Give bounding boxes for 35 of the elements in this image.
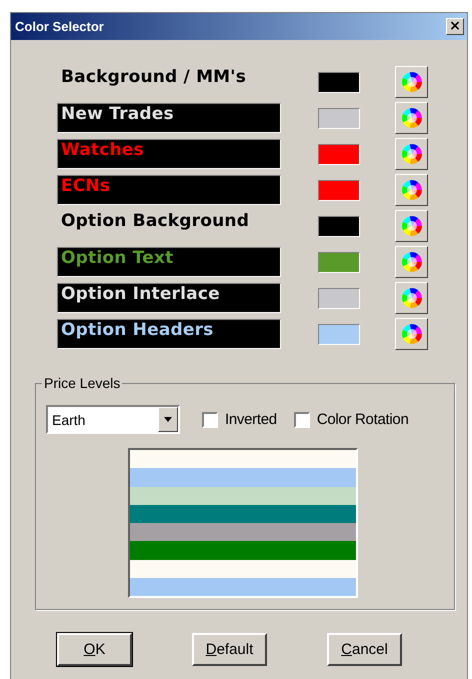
checkbox[interactable] bbox=[202, 412, 218, 428]
color-wheel-icon bbox=[400, 251, 422, 273]
color-label: New Trades bbox=[61, 104, 174, 124]
scheme-dropdown[interactable]: Earth bbox=[46, 405, 180, 434]
color-picker-button[interactable] bbox=[395, 174, 428, 206]
color-wheel-icon bbox=[400, 323, 422, 345]
color-label: Option Text bbox=[61, 248, 174, 268]
color-picker-button[interactable] bbox=[395, 282, 428, 314]
window-title: Color Selector bbox=[15, 19, 104, 34]
color-picker-button[interactable] bbox=[395, 102, 428, 134]
color-wheel-icon bbox=[400, 107, 422, 129]
color-picker-button[interactable] bbox=[395, 318, 428, 350]
dialog-button[interactable]: OK bbox=[57, 633, 132, 666]
close-button[interactable]: × bbox=[446, 18, 464, 35]
color-wheel-icon bbox=[400, 143, 422, 165]
color-picker-button[interactable] bbox=[395, 246, 428, 278]
color-wheel-icon bbox=[400, 287, 422, 309]
dialog-button[interactable]: Cancel bbox=[327, 633, 402, 666]
color-label: Option Headers bbox=[61, 320, 214, 340]
checkbox-option[interactable]: Color Rotation bbox=[294, 411, 408, 428]
checkbox-option[interactable]: Inverted bbox=[202, 411, 277, 428]
color-label: Option Interlace bbox=[61, 284, 220, 304]
group-title: Price Levels bbox=[42, 375, 122, 391]
color-wheel-icon bbox=[400, 71, 422, 93]
color-picker-button[interactable] bbox=[395, 66, 428, 98]
color-picker-button[interactable] bbox=[395, 210, 428, 242]
color-label: Option Background bbox=[61, 211, 250, 231]
checkbox[interactable] bbox=[294, 412, 310, 428]
color-label: Watches bbox=[61, 140, 144, 160]
color-wheel-icon bbox=[400, 215, 422, 237]
color-label: ECNs bbox=[61, 176, 110, 196]
dialog-button[interactable]: Default bbox=[192, 633, 267, 666]
color-wheel-icon bbox=[400, 179, 422, 201]
color-label: Background / MM's bbox=[61, 67, 246, 87]
color-picker-button[interactable] bbox=[395, 138, 428, 170]
